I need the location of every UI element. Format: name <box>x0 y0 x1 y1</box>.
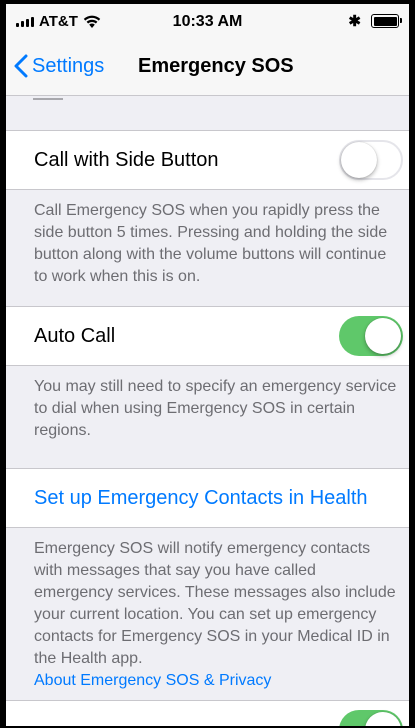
auto-call-footer: You may still need to specify an emergen… <box>34 378 397 439</box>
emergency-contacts-footer: Emergency SOS will notify emergency cont… <box>34 538 399 692</box>
battery-icon <box>371 14 402 28</box>
auto-call-toggle[interactable] <box>339 316 403 356</box>
page-title: Emergency SOS <box>138 55 294 77</box>
phone-screen: AT&T 10:33 AM ✱ Settings Emergency SOS C… <box>6 4 409 726</box>
toggle-knob <box>365 712 401 726</box>
navigation-bar: Settings Emergency SOS <box>6 38 409 96</box>
emergency-contacts-cell[interactable]: Set up Emergency Contacts in Health <box>6 468 409 528</box>
privacy-link[interactable]: About Emergency SOS & Privacy <box>34 672 271 689</box>
toggle-knob <box>365 318 401 354</box>
chevron-left-icon <box>14 54 28 78</box>
status-right: ✱ <box>348 12 402 30</box>
status-bar: AT&T 10:33 AM ✱ <box>6 4 409 38</box>
toggle-knob <box>341 142 377 178</box>
bluetooth-icon: ✱ <box>348 13 361 30</box>
back-button[interactable]: Settings <box>14 54 104 78</box>
back-label: Settings <box>32 54 105 77</box>
emergency-contacts-footer-text: Emergency SOS will notify emergency cont… <box>34 540 396 667</box>
next-toggle-partial[interactable] <box>339 710 403 726</box>
emergency-contacts-link[interactable]: Set up Emergency Contacts in Health <box>34 487 368 510</box>
side-button-cell: Call with Side Button <box>6 130 409 190</box>
auto-call-label: Auto Call <box>34 325 116 347</box>
side-button-footer: Call Emergency SOS when you rapidly pres… <box>34 202 388 285</box>
next-cell-partial <box>6 700 409 726</box>
auto-call-cell: Auto Call <box>6 306 409 366</box>
truncated-text-above <box>33 97 69 101</box>
side-button-label: Call with Side Button <box>34 149 219 171</box>
side-button-toggle[interactable] <box>339 140 403 180</box>
